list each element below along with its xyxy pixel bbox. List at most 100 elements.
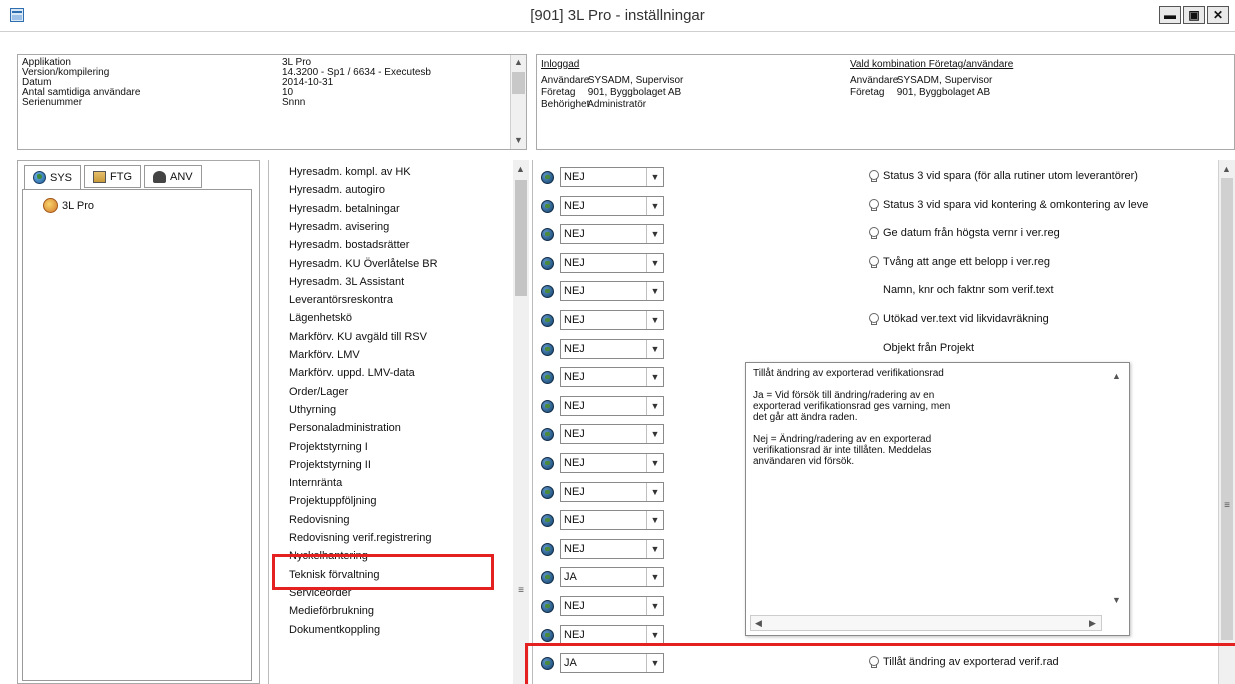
login-label: Behörighet (541, 99, 590, 110)
setting-dropdown[interactable]: NEJ ▼ (560, 453, 664, 473)
setting-dropdown[interactable]: NEJ ▼ (560, 195, 664, 216)
module-item[interactable]: Serviceorder (289, 587, 351, 599)
module-item[interactable]: Markförv. uppd. LMV-data (289, 367, 415, 379)
lightbulb-icon[interactable] (868, 656, 879, 669)
setting-value: NEJ (564, 199, 585, 212)
module-item[interactable]: Hyresadm. avisering (289, 221, 389, 233)
chevron-down-icon[interactable]: ▼ (646, 196, 663, 215)
lightbulb-icon[interactable] (868, 313, 879, 325)
scroll-down-icon[interactable]: ▼ (1109, 593, 1124, 608)
module-item[interactable]: Uthyrning (289, 404, 336, 416)
minimize-button[interactable]: ▬ (1159, 6, 1181, 24)
chevron-down-icon[interactable]: ▼ (646, 568, 663, 587)
scroll-thumb[interactable] (515, 180, 527, 296)
module-item[interactable]: Lägenhetskö (289, 312, 352, 324)
setting-dropdown[interactable]: JA ▼ (560, 567, 664, 588)
chevron-down-icon[interactable]: ▼ (646, 597, 663, 615)
module-item[interactable]: Projektstyrning II (289, 459, 371, 471)
globe-icon (541, 371, 554, 385)
module-item[interactable]: Markförv. LMV (289, 349, 360, 361)
module-item[interactable]: Hyresadm. kompl. av HK (289, 166, 411, 178)
scroll-up-icon[interactable]: ▲ (1109, 369, 1124, 384)
module-item[interactable]: Leverantörsreskontra (289, 294, 393, 306)
chevron-down-icon[interactable]: ▼ (646, 253, 663, 272)
scroll-right-icon[interactable]: ▶ (1085, 616, 1100, 631)
module-item[interactable]: Redovisning verif.registrering (289, 532, 431, 544)
chevron-down-icon[interactable]: ▼ (646, 625, 663, 644)
scroll-up-icon[interactable]: ▲ (511, 55, 526, 70)
module-item[interactable]: Hyresadm. autogiro (289, 184, 385, 196)
setting-dropdown[interactable]: JA ▼ (560, 653, 664, 674)
setting-dropdown[interactable]: NEJ ▼ (560, 224, 664, 245)
lightbulb-icon[interactable] (868, 227, 879, 240)
help-text-popup[interactable]: Tillåt ändring av exporterad verifikatio… (745, 362, 1130, 636)
setting-dropdown[interactable]: NEJ ▼ (560, 281, 664, 302)
help-text-vscrollbar[interactable]: ▲ ▼ (1109, 367, 1125, 611)
module-list-scrollbar[interactable]: ▲ ≡ (513, 160, 529, 684)
close-button[interactable]: ✕ (1207, 6, 1229, 24)
tab-sys[interactable]: SYS (24, 165, 82, 190)
scroll-left-icon[interactable]: ◀ (751, 616, 766, 631)
chevron-down-icon[interactable]: ▼ (646, 511, 663, 530)
setting-dropdown[interactable]: NEJ ▼ (560, 510, 664, 531)
setting-dropdown[interactable]: NEJ ▼ (560, 596, 664, 616)
chevron-down-icon[interactable]: ▼ (646, 368, 663, 387)
module-item[interactable]: Order/Lager (289, 386, 348, 398)
module-item[interactable]: Hyresadm. betalningar (289, 203, 400, 215)
info-scrollbar[interactable]: ▲ ▼ (510, 55, 526, 149)
help-text-hscrollbar[interactable]: ◀ ▶ (750, 615, 1102, 631)
globe-icon (541, 542, 554, 556)
setting-value: NEJ (564, 342, 585, 355)
application-info-panel: Applikation Version/kompilering Datum An… (17, 54, 527, 150)
lightbulb-icon[interactable] (868, 198, 879, 211)
chevron-down-icon[interactable]: ▼ (646, 311, 663, 329)
setting-dropdown[interactable]: NEJ ▼ (560, 424, 664, 445)
setting-dropdown[interactable]: NEJ ▼ (560, 338, 664, 359)
setting-dropdown[interactable]: NEJ ▼ (560, 252, 664, 273)
module-item[interactable]: Markförv. KU avgäld till RSV (289, 331, 427, 343)
scroll-down-icon[interactable]: ▼ (511, 133, 526, 148)
module-item[interactable]: Dokumentkoppling (289, 624, 380, 636)
setting-dropdown[interactable]: NEJ ▼ (560, 310, 664, 330)
setting-description-text: Objekt från Projekt (883, 341, 975, 354)
module-item[interactable]: Personaladministration (289, 422, 401, 434)
setting-dropdown[interactable]: NEJ ▼ (560, 395, 664, 416)
module-item[interactable]: Hyresadm. KU Överlåtelse BR (289, 258, 438, 270)
setting-dropdown[interactable]: NEJ ▼ (560, 367, 664, 388)
module-item[interactable]: Projektstyrning I (289, 441, 368, 453)
scroll-up-icon[interactable]: ▲ (513, 162, 528, 177)
chevron-down-icon[interactable]: ▼ (646, 396, 663, 415)
lightbulb-icon[interactable] (868, 255, 879, 268)
module-item[interactable]: Redovisning (289, 514, 350, 526)
chevron-down-icon[interactable]: ▼ (646, 339, 663, 358)
setting-row: NEJ ▼ Ge datum från högsta vernr i ver.reg (533, 221, 1235, 249)
module-item[interactable]: Hyresadm. 3L Assistant (289, 276, 404, 288)
lightbulb-icon[interactable] (868, 170, 879, 182)
module-item[interactable]: Internränta (289, 477, 342, 489)
setting-dropdown[interactable]: NEJ ▼ (560, 167, 664, 187)
setting-dropdown[interactable]: NEJ ▼ (560, 538, 664, 559)
chevron-down-icon[interactable]: ▼ (646, 539, 663, 558)
tab-ftg[interactable]: FTG (84, 165, 142, 188)
setting-row: NEJ ▼ Objekt från Projekt (533, 336, 1235, 364)
module-item[interactable]: Projektuppföljning (289, 495, 376, 507)
chevron-down-icon[interactable]: ▼ (646, 282, 663, 301)
chevron-down-icon[interactable]: ▼ (646, 482, 663, 501)
chevron-down-icon[interactable]: ▼ (646, 225, 663, 244)
tree-item-3l-pro[interactable]: 3L Pro (43, 198, 94, 213)
chevron-down-icon[interactable]: ▼ (646, 425, 663, 444)
setting-dropdown[interactable]: NEJ ▼ (560, 481, 664, 502)
chevron-down-icon[interactable]: ▼ (646, 454, 663, 472)
module-item[interactable]: Nyckelhantering (289, 550, 368, 562)
module-item[interactable]: Medieförbrukning (289, 605, 374, 617)
setting-description: Namn, knr och faktnr som verif.text (868, 284, 1054, 296)
chevron-down-icon[interactable]: ▼ (646, 654, 663, 673)
module-item[interactable]: Teknisk förvaltning (289, 569, 380, 581)
tab-anv[interactable]: ANV (144, 165, 202, 188)
setting-dropdown[interactable]: NEJ ▼ (560, 624, 664, 645)
maximize-button[interactable]: ▣ (1183, 6, 1205, 24)
globe-icon (541, 657, 554, 671)
scroll-thumb[interactable] (512, 72, 525, 94)
chevron-down-icon[interactable]: ▼ (646, 168, 663, 186)
module-item[interactable]: Hyresadm. bostadsrätter (289, 239, 409, 251)
